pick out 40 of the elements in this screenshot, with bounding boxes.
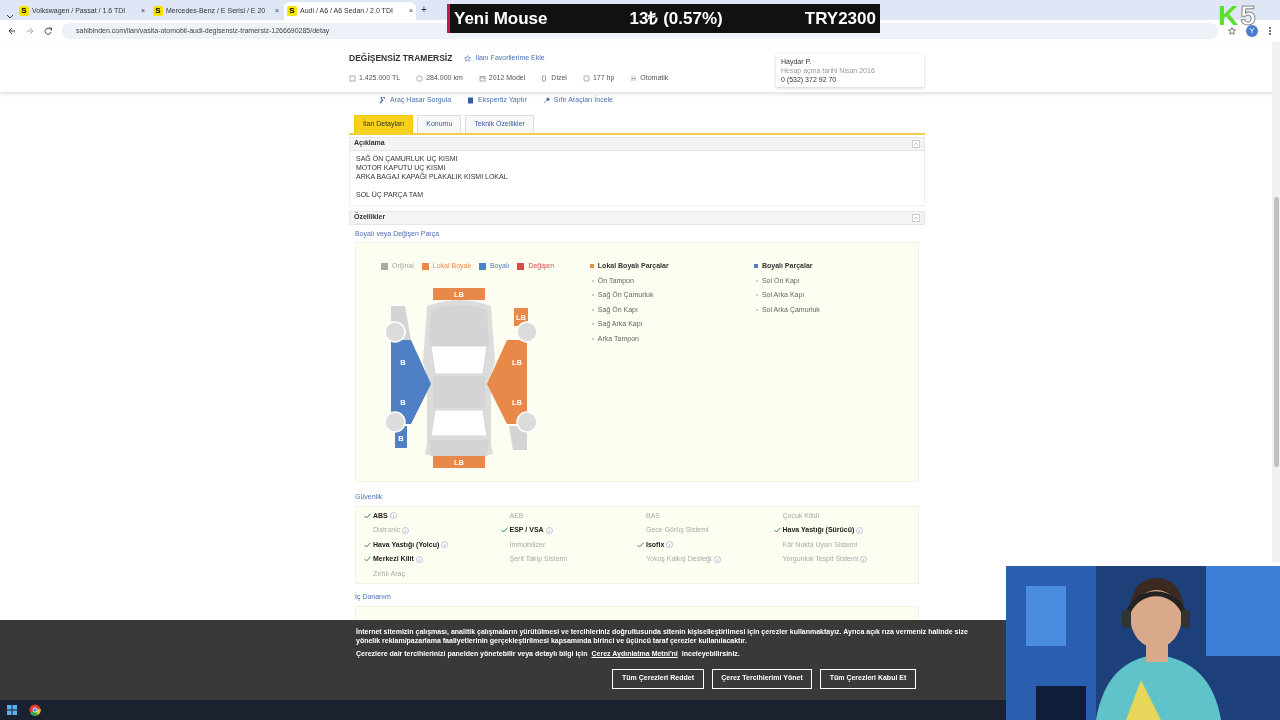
back-icon[interactable] <box>8 27 16 35</box>
info-icon[interactable] <box>389 512 397 520</box>
forward-icon[interactable] <box>26 27 34 35</box>
listing-title: DEĞİŞENSİZ TRAMERSİZ <box>349 52 453 65</box>
banner-text: 13₺ (0.57%) <box>629 7 723 30</box>
star-icon[interactable] <box>464 54 472 62</box>
wheel <box>384 410 406 433</box>
info-icon[interactable] <box>713 555 721 563</box>
info-icon[interactable] <box>666 541 674 549</box>
info-icon[interactable] <box>856 526 864 534</box>
document-icon <box>467 96 475 104</box>
info-icon[interactable] <box>860 555 868 563</box>
info-icon[interactable] <box>545 526 553 534</box>
profile-button[interactable]: Y <box>1246 25 1258 37</box>
scrollbar[interactable] <box>1272 42 1280 562</box>
info-icon[interactable] <box>441 541 449 549</box>
banner-text: Yeni Mouse <box>454 7 548 30</box>
wheel <box>516 410 538 433</box>
info-icon[interactable] <box>402 526 410 534</box>
gearbox-icon <box>630 74 638 82</box>
reload-icon[interactable] <box>44 27 52 35</box>
scroll-thumb[interactable] <box>1274 197 1279 467</box>
info-icon[interactable] <box>415 555 423 563</box>
chevron-icon[interactable] <box>6 12 14 20</box>
calendar-icon <box>478 74 486 82</box>
collapse-icon[interactable] <box>912 213 920 222</box>
wheel <box>516 320 538 343</box>
logo-letter: K <box>1218 2 1239 30</box>
windows-icon[interactable] <box>7 705 17 715</box>
favicon: S <box>19 6 29 16</box>
favicon: S <box>287 6 297 16</box>
banner-text: TRY2300 <box>804 7 876 30</box>
car-window <box>430 409 488 436</box>
speedometer-icon <box>416 74 424 82</box>
star-icon[interactable] <box>1228 27 1236 35</box>
new-tab-button[interactable]: + <box>418 2 430 20</box>
menu-icon[interactable] <box>1268 26 1272 36</box>
browser-icon[interactable] <box>29 704 41 716</box>
favicon: S <box>153 6 163 16</box>
collapse-icon[interactable] <box>912 139 920 148</box>
